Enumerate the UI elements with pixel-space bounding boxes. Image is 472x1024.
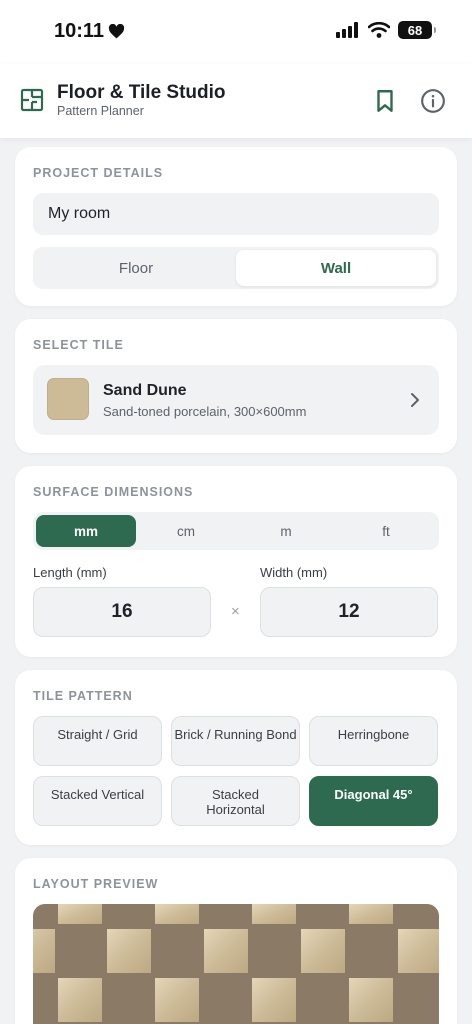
- info-icon[interactable]: [420, 88, 446, 114]
- preview-tile: [58, 904, 102, 924]
- tile-selector[interactable]: Sand Dune Sand-toned porcelain, 300×600m…: [33, 365, 439, 435]
- pattern-stacked-horizontal-button[interactable]: Stacked Horizontal: [171, 776, 300, 826]
- bookmark-icon[interactable]: [372, 88, 398, 114]
- wifi-icon: [368, 22, 390, 38]
- preview-tile: [398, 929, 439, 973]
- preview-tile: [33, 929, 55, 973]
- status-bar: 10:11 68: [0, 0, 472, 64]
- section-label-project: PROJECT DETAILS: [33, 166, 164, 180]
- preview-tile: [301, 929, 345, 973]
- battery-level: 68: [407, 22, 423, 38]
- app-header: Floor & Tile Studio Pattern Planner: [0, 64, 472, 138]
- tile-layout-preview: [33, 904, 439, 1022]
- unit-ft-button[interactable]: ft: [336, 515, 436, 547]
- section-label-pattern: TILE PATTERN: [33, 689, 133, 703]
- preview-tile: [155, 978, 199, 1022]
- select-tile-card: SELECT TILE Sand Dune Sand-toned porcela…: [15, 319, 457, 453]
- surface-floor-button[interactable]: Floor: [36, 250, 236, 286]
- pattern-herringbone-button[interactable]: Herringbone: [309, 716, 438, 766]
- times-symbol: ×: [231, 603, 240, 620]
- project-name-input[interactable]: [33, 193, 439, 235]
- preview-tile: [155, 904, 199, 924]
- tile-description: Sand-toned porcelain, 300×600mm: [103, 404, 307, 419]
- heart-icon: [108, 24, 125, 39]
- preview-tile: [349, 978, 393, 1022]
- preview-tile: [58, 978, 102, 1022]
- pattern-stacked-vertical-button[interactable]: Stacked Vertical: [33, 776, 162, 826]
- section-label-tile: SELECT TILE: [33, 338, 124, 352]
- preview-tile: [252, 904, 296, 924]
- app-title: Floor & Tile Studio: [57, 82, 226, 103]
- tile-pattern-card: TILE PATTERN Straight / Grid Brick / Run…: [15, 670, 457, 845]
- unit-cm-button[interactable]: cm: [136, 515, 236, 547]
- cellular-signal-icon: [336, 22, 358, 38]
- floor-plan-logo-icon: [20, 88, 44, 112]
- status-time-text: 10:11: [54, 20, 105, 42]
- battery-icon: 68: [398, 21, 436, 39]
- preview-tile: [349, 904, 393, 924]
- length-label: Length (mm): [33, 565, 107, 580]
- chevron-right-icon: [411, 393, 419, 407]
- length-input[interactable]: [33, 587, 211, 637]
- pattern-diagonal-45-button[interactable]: Diagonal 45°: [309, 776, 438, 826]
- unit-mm-button[interactable]: mm: [36, 515, 136, 547]
- surface-wall-button[interactable]: Wall: [236, 250, 436, 286]
- preview-tile: [252, 978, 296, 1022]
- surface-dimensions-card: SURFACE DIMENSIONS mm cm m ft Length (mm…: [15, 466, 457, 657]
- width-label: Width (mm): [260, 565, 328, 580]
- unit-toggle: mm cm m ft: [33, 512, 439, 550]
- preview-tile: [107, 929, 151, 973]
- status-icons: 68: [336, 21, 436, 39]
- section-label-dimensions: SURFACE DIMENSIONS: [33, 485, 194, 499]
- width-input[interactable]: [260, 587, 438, 637]
- section-label-preview: LAYOUT PREVIEW: [33, 877, 159, 891]
- pattern-brick-running-bond-button[interactable]: Brick / Running Bond: [171, 716, 300, 766]
- app-subtitle: Pattern Planner: [57, 104, 144, 118]
- layout-preview-canvas: [33, 904, 439, 1024]
- layout-preview-card: LAYOUT PREVIEW: [15, 858, 457, 1024]
- tile-name: Sand Dune: [103, 382, 187, 399]
- unit-m-button[interactable]: m: [236, 515, 336, 547]
- status-time: 10:11: [54, 20, 125, 43]
- tile-swatch: [47, 378, 89, 420]
- project-details-card: PROJECT DETAILS Floor Wall: [15, 147, 457, 306]
- preview-tile: [204, 929, 248, 973]
- surface-toggle: Floor Wall: [33, 247, 439, 289]
- pattern-straight-grid-button[interactable]: Straight / Grid: [33, 716, 162, 766]
